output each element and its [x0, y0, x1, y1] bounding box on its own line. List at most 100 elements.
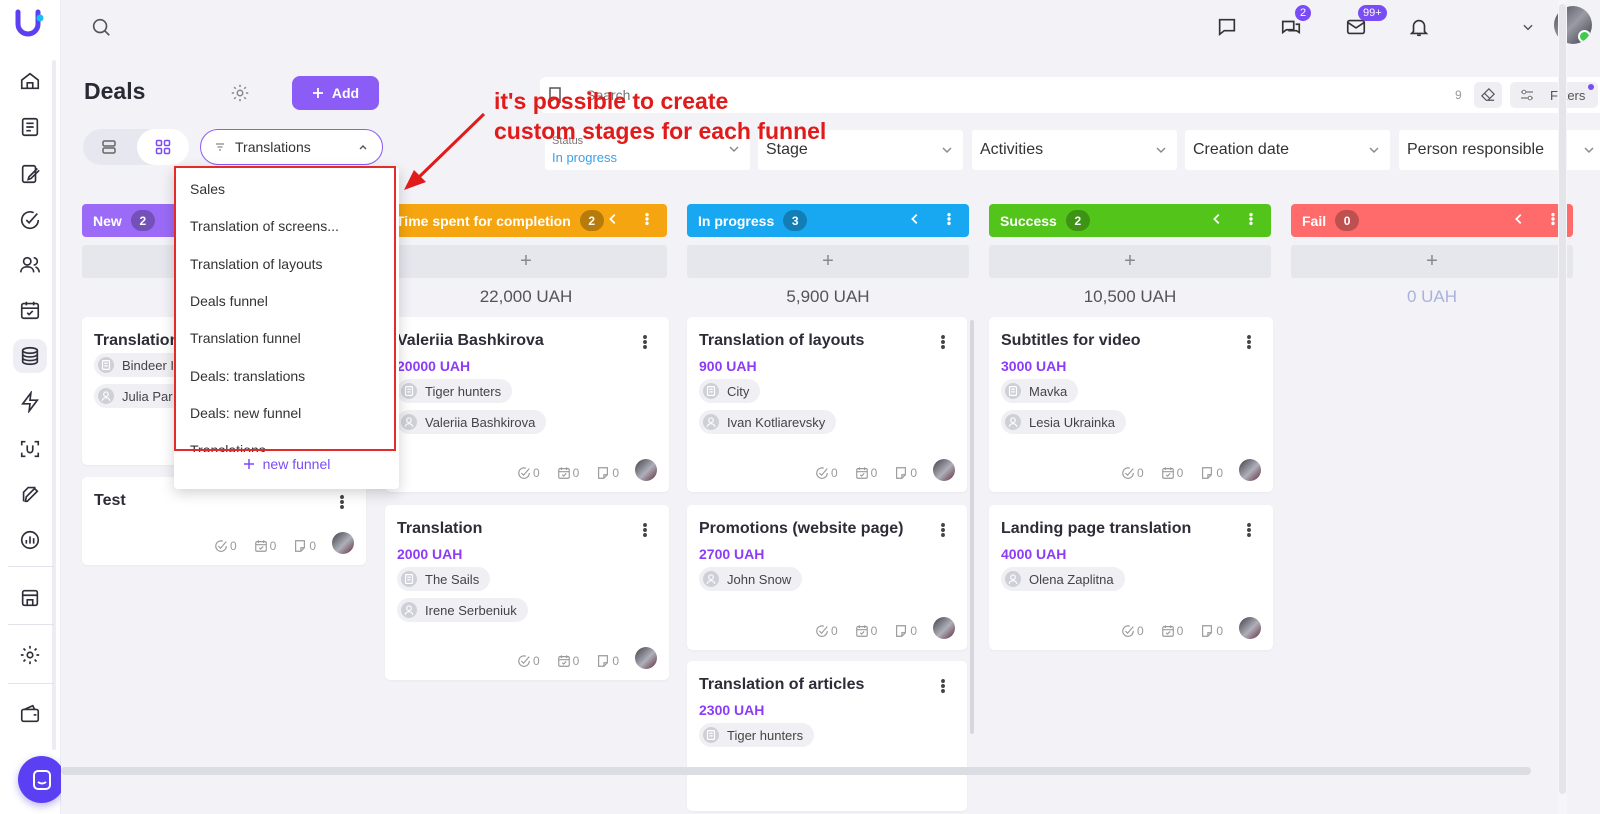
users-icon[interactable]: [13, 248, 47, 282]
search-icon[interactable]: [86, 12, 116, 42]
page-vertical-scrollbar[interactable]: [1558, 0, 1567, 814]
deal-title[interactable]: Translation: [94, 332, 179, 350]
column-header-2[interactable]: In progress 3: [687, 204, 969, 237]
wallet-icon[interactable]: [13, 697, 47, 731]
gear-icon[interactable]: [13, 638, 47, 672]
card-stat[interactable]: 0: [214, 539, 237, 553]
deal-title[interactable]: Landing page translation: [1001, 520, 1191, 538]
column-menu-icon[interactable]: [942, 212, 956, 226]
card-stat[interactable]: 0: [596, 654, 619, 668]
card-stat[interactable]: 0: [855, 624, 877, 638]
card-menu-icon[interactable]: [637, 334, 653, 350]
deal-title[interactable]: Test: [94, 492, 126, 510]
card-stat[interactable]: 0: [1161, 624, 1183, 638]
card-stat[interactable]: 0: [557, 654, 579, 668]
app-logo[interactable]: [15, 9, 45, 39]
deal-card[interactable]: Valeriia Bashkirova 20000 UAH Tiger hunter…: [385, 317, 669, 492]
new-funnel-button[interactable]: new funnel: [174, 456, 399, 472]
deal-title[interactable]: Subtitles for video: [1001, 332, 1141, 350]
responsible-avatar[interactable]: [1239, 617, 1261, 639]
responsible-avatar[interactable]: [635, 647, 657, 669]
card-stat[interactable]: 0: [1121, 466, 1144, 480]
card-menu-icon[interactable]: [334, 494, 350, 510]
company-chip[interactable]: City: [699, 379, 761, 403]
person-chip[interactable]: Lesia Ukrainka: [1001, 410, 1126, 434]
company-chip[interactable]: Bindeer I: [94, 353, 186, 377]
filters-button[interactable]: Filters: [1510, 82, 1598, 108]
company-chip[interactable]: Tiger hunters: [699, 723, 815, 747]
deal-title[interactable]: Translation of layouts: [699, 332, 864, 350]
person-chip[interactable]: Irene Serbeniuk: [397, 598, 528, 622]
card-menu-icon[interactable]: [935, 678, 951, 694]
store-icon[interactable]: [13, 581, 47, 615]
pen-icon[interactable]: [13, 157, 47, 191]
calendar-icon[interactable]: [13, 293, 47, 327]
column-header-1[interactable]: Time spent for completion 2: [385, 204, 667, 237]
card-stat[interactable]: 0: [557, 466, 579, 480]
deal-card[interactable]: Promotions (website page) 2700 UAH John Sn…: [687, 505, 967, 650]
column-menu-icon[interactable]: [1244, 212, 1258, 226]
card-stat[interactable]: 0: [254, 539, 276, 553]
card-stat[interactable]: 0: [596, 466, 619, 480]
person-chip[interactable]: Olena Zaplitna: [1001, 567, 1125, 591]
scrollbar-thumb[interactable]: [1559, 4, 1566, 794]
collapse-left-icon[interactable]: [1512, 212, 1526, 226]
card-stat[interactable]: 0: [894, 466, 917, 480]
responsible-avatar[interactable]: [635, 459, 657, 481]
kanban-view-icon[interactable]: [137, 129, 189, 165]
card-menu-icon[interactable]: [935, 522, 951, 538]
add-deal-to-column-button[interactable]: +: [687, 245, 969, 278]
company-chip[interactable]: The Sails: [397, 567, 491, 591]
chevron-down-icon[interactable]: [1513, 12, 1543, 42]
check-circle-icon[interactable]: [13, 203, 47, 237]
card-stat[interactable]: 0: [293, 539, 316, 553]
deal-card[interactable]: Landing page translation 4000 UAH Olena Za…: [989, 505, 1273, 650]
person-chip[interactable]: Valeriia Bashkirova: [397, 410, 547, 434]
board-horizontal-scrollbar[interactable]: [61, 767, 1531, 775]
person-chip[interactable]: John Snow: [699, 567, 803, 591]
deal-card[interactable]: Translation 2000 UAH The Sails Irene Serben…: [385, 505, 669, 680]
company-chip[interactable]: Tiger hunters: [397, 379, 513, 403]
person-chip[interactable]: Julia Par: [94, 384, 184, 408]
list-view-icon[interactable]: [83, 129, 135, 165]
column-menu-icon[interactable]: [640, 212, 654, 226]
deal-card[interactable]: Translation of articles 2300 UAH Tiger hun…: [687, 661, 967, 811]
list-icon[interactable]: [13, 110, 47, 144]
deal-title[interactable]: Valeriia Bashkirova: [397, 332, 544, 350]
funnel-option[interactable]: Translation of layouts: [190, 256, 323, 272]
card-stat[interactable]: 0: [1121, 624, 1144, 638]
funnel-option[interactable]: Translation funnel: [190, 330, 301, 346]
message-icon[interactable]: [1212, 12, 1242, 42]
add-deal-to-column-button[interactable]: +: [1291, 245, 1573, 278]
funnel-option[interactable]: Sales: [190, 181, 225, 197]
creation-date-filter[interactable]: Creation date: [1185, 130, 1390, 170]
rail-scrollbar[interactable]: [52, 60, 56, 750]
card-stat[interactable]: 0: [855, 466, 877, 480]
bolt-icon[interactable]: [13, 385, 47, 419]
company-chip[interactable]: Mavka: [1001, 379, 1079, 403]
column-header-4[interactable]: Fail 0: [1291, 204, 1573, 237]
card-stat[interactable]: 0: [517, 654, 540, 668]
edit-icon[interactable]: [13, 477, 47, 511]
deal-card[interactable]: Test 0 0 0: [82, 477, 366, 565]
bell-icon[interactable]: [1404, 12, 1434, 42]
card-menu-icon[interactable]: [1241, 522, 1257, 538]
card-stat[interactable]: 0: [1200, 624, 1223, 638]
funnel-option[interactable]: Translations: [190, 442, 266, 452]
funnel-option[interactable]: Deals: new funnel: [190, 405, 301, 421]
card-stat[interactable]: 0: [1200, 466, 1223, 480]
add-deal-to-column-button[interactable]: +: [989, 245, 1271, 278]
card-menu-icon[interactable]: [935, 334, 951, 350]
collapse-left-icon[interactable]: [606, 212, 620, 226]
funnel-option[interactable]: Deals funnel: [190, 293, 268, 309]
collapse-left-icon[interactable]: [908, 212, 922, 226]
card-menu-icon[interactable]: [1241, 334, 1257, 350]
card-stat[interactable]: 0: [894, 624, 917, 638]
responsible-avatar[interactable]: [933, 459, 955, 481]
column-header-3[interactable]: Success 2: [989, 204, 1271, 237]
funnel-option[interactable]: Deals: translations: [190, 368, 305, 384]
deal-title[interactable]: Translation: [397, 520, 482, 538]
card-menu-icon[interactable]: [637, 522, 653, 538]
column-scrollbar[interactable]: [970, 320, 974, 734]
person-chip[interactable]: Ivan Kotliarevsky: [699, 410, 837, 434]
